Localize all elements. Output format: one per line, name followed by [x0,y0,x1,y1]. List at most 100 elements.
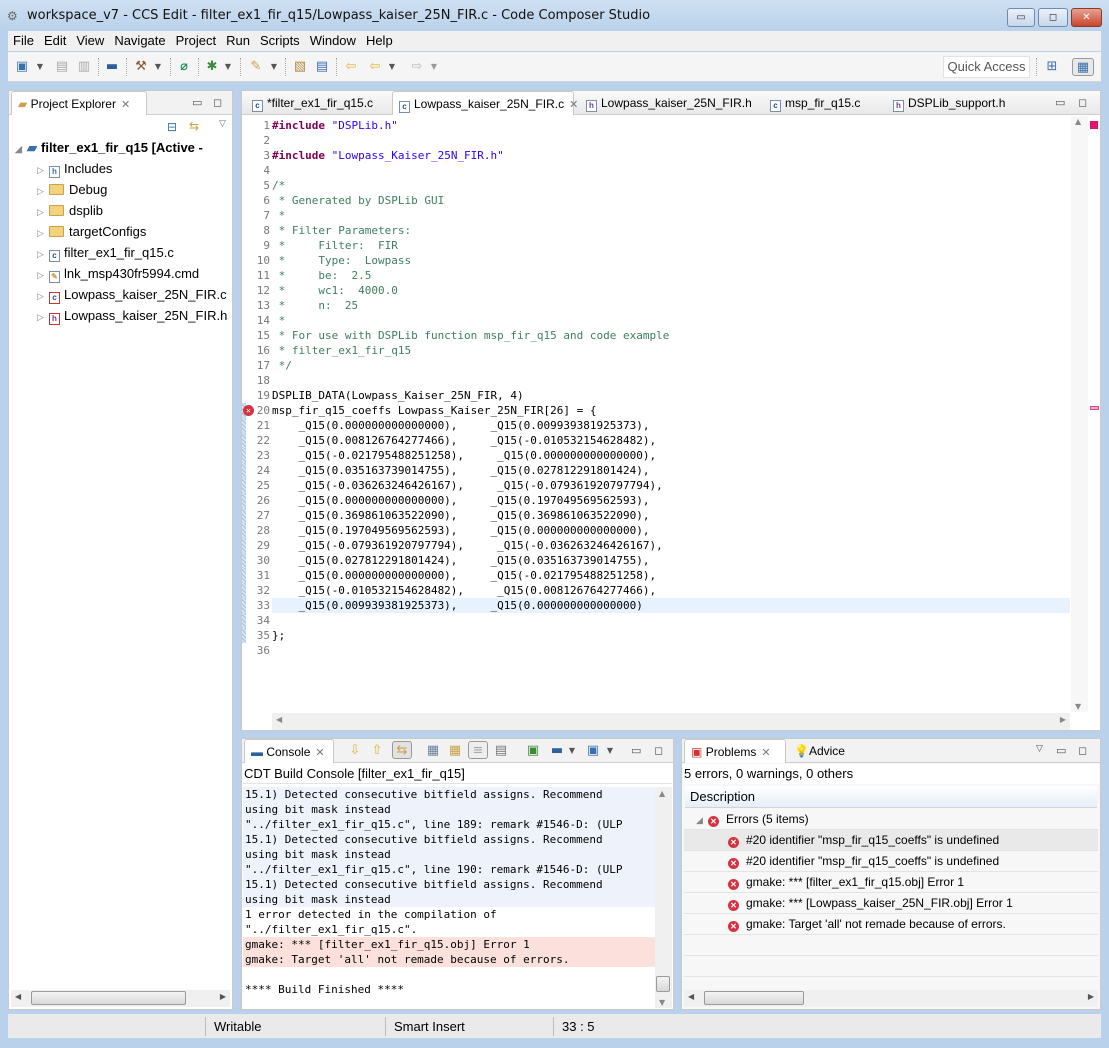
collapsed-arrow-icon[interactable]: ▷ [37,223,49,244]
tree-item-lowpass-h[interactable]: ▷ h Lowpass_kaiser_25N_FIR.h [37,305,227,326]
minimize-problems-icon[interactable]: ▭ [1056,744,1066,757]
code-line[interactable]: * Generated by DSPLib GUI [272,193,445,208]
code-line[interactable]: * [272,208,286,223]
tree-item-lowpass-c[interactable]: ▷ c Lowpass_kaiser_25N_FIR.c [37,284,227,305]
tree-item-targetconfigs[interactable]: ▷ targetConfigs [37,221,146,242]
code-line[interactable]: _Q15(0.008126764277466), _Q15(-0.0105321… [272,433,656,448]
code-line[interactable]: * filter_ex1_fir_q15 [272,343,411,358]
collapsed-arrow-icon[interactable]: ▷ [37,202,49,223]
error-marker-icon[interactable]: ✕ [243,405,254,416]
code-line[interactable]: _Q15(0.027812291801424), _Q15(0.03516373… [272,553,649,568]
collapsed-arrow-icon[interactable]: ▷ [37,244,49,265]
build-dropdown-icon[interactable]: ▼ [154,58,162,76]
menu-project[interactable]: Project [171,31,221,51]
menu-file[interactable]: File [8,31,39,51]
column-header-description[interactable]: Description [685,786,1097,808]
tree-item-dsplib[interactable]: ▷ dsplib [37,200,103,221]
scroll-thumb[interactable] [704,991,804,1005]
code-line[interactable]: _Q15(0.000000000000000), _Q15(0.19704956… [272,493,649,508]
debug-bug-icon[interactable]: ✱ [204,58,220,76]
code-line[interactable]: /* [272,178,285,193]
code-line[interactable]: * Type: Lowpass [272,253,411,268]
open-perspective-icon[interactable]: ⊞ [1044,58,1060,76]
code-area[interactable]: #include "DSPLib.h" #include "Lowpass_Kai… [272,116,1070,712]
pencil-dropdown-icon[interactable]: ▼ [270,58,278,76]
errors-group[interactable]: ◢ ✕ Errors (5 items) [684,809,1098,830]
tab-console[interactable]: ▬ Console ✕ [244,739,334,763]
build-hammer-icon[interactable]: ⚒ [132,58,150,76]
view-menu-icon[interactable]: ▽ [1036,744,1043,754]
minimize-console-icon[interactable]: ▭ [631,744,641,757]
editor-vscrollbar[interactable]: ▲ ▼ [1071,116,1088,712]
tab-msp-fir-c[interactable]: c msp_fir_q15.c [764,91,860,115]
maximize-view-icon[interactable]: ◻ [213,96,222,109]
code-line[interactable]: * be: 2.5 [272,268,372,283]
new-dropdown-icon[interactable]: ▼ [36,58,44,76]
code-line[interactable]: _Q15(-0.021795488251258), _Q15(0.0000000… [272,448,656,463]
problem-item[interactable]: ✕ #20 identifier "msp_fir_q15_coeffs" is … [684,830,1098,851]
quick-access-input[interactable]: Quick Access [943,56,1030,78]
console-vscrollbar[interactable]: ▲ ▼ [655,787,672,1008]
collapsed-arrow-icon[interactable]: ▷ [37,181,49,202]
scroll-previous-icon[interactable]: ⇧ [370,742,384,760]
view-menu-icon[interactable]: ▽ [219,119,226,129]
code-line[interactable]: _Q15(0.369861063522090), _Q15(0.36986106… [272,508,649,523]
tab-filter-c[interactable]: c *filter_ex1_fir_q15.c [246,91,373,115]
new-console-dropdown-icon[interactable]: ▼ [606,742,614,760]
scroll-lock-icon[interactable]: ▦ [426,742,440,760]
collapsed-arrow-icon[interactable]: ▷ [37,160,49,181]
expanded-arrow-icon[interactable]: ◢ [696,810,708,831]
close-tab-icon[interactable]: ✕ [569,99,578,111]
menu-window[interactable]: Window [305,31,361,51]
forward-icon[interactable]: ⇨ [408,58,426,76]
problem-item[interactable]: ✕ gmake: *** [filter_ex1_fir_q15.obj] Err… [684,872,1098,893]
menu-view[interactable]: View [71,31,109,51]
code-line[interactable]: * [272,313,286,328]
link-console-icon[interactable]: ⇆ [392,741,412,759]
code-line[interactable]: DSPLIB_DATA(Lowpass_Kaiser_25N_FIR, 4) [272,388,524,403]
search-icon[interactable]: ⌀ [176,58,192,76]
tree-item-linker-cmd[interactable]: ▷ ✎ lnk_msp430fr5994.cmd [37,263,199,284]
scroll-thumb[interactable] [31,991,186,1005]
menu-edit[interactable]: Edit [39,31,71,51]
tab-problems[interactable]: ▣ Problems ✕ [684,739,786,763]
pencil-icon[interactable]: ✎ [248,58,264,76]
collapse-all-icon[interactable]: ⊟ [167,120,177,134]
code-line[interactable]: */ [272,358,292,373]
new-icon[interactable]: ▣ [14,58,30,76]
ccs-edit-perspective-icon[interactable]: ▦ [1072,58,1094,76]
save-all-icon[interactable]: ▥ [76,58,92,76]
problem-item[interactable]: ✕ #20 identifier "msp_fir_q15_coeffs" is … [684,851,1098,872]
collapsed-arrow-icon[interactable]: ▷ [37,286,49,307]
overview-error-line-marker[interactable] [1090,406,1099,410]
link-with-editor-icon[interactable]: ⇆ [189,119,199,133]
forward-dropdown-icon[interactable]: ▼ [430,58,438,76]
tree-item-debug[interactable]: ▷ Debug [37,179,107,200]
overview-error-marker[interactable] [1090,121,1098,129]
word-wrap-icon[interactable]: ≡ [468,741,488,759]
code-line[interactable]: #include "DSPLib.h" [272,118,398,133]
tab-advice[interactable]: 💡Advice [788,739,845,763]
menu-scripts[interactable]: Scripts [255,31,305,51]
problems-hscrollbar[interactable]: ◀ ▶ [684,990,1098,1007]
properties-icon[interactable]: ▤ [314,58,330,76]
minimize-view-icon[interactable]: ▭ [192,96,202,109]
expanded-arrow-icon[interactable]: ◢ [15,139,27,160]
close-button[interactable]: ✕ [1071,8,1102,27]
tab-lowpass-c[interactable]: c Lowpass_kaiser_25N_FIR.c ✕ [392,91,578,115]
menu-help[interactable]: Help [361,31,398,51]
clear-console-icon[interactable]: ▤ [494,742,508,760]
maximize-editor-icon[interactable]: ◻ [1078,96,1087,109]
code-line[interactable]: * For use with DSPLib function msp_fir_q… [272,328,670,343]
open-console-dropdown-icon[interactable]: ▼ [568,742,576,760]
editor-hscrollbar[interactable]: ◀ ▶ [272,713,1070,730]
code-line[interactable]: #include "Lowpass_Kaiser_25N_FIR.h" [272,148,504,163]
tab-lowpass-h[interactable]: h Lowpass_kaiser_25N_FIR.h [580,91,752,115]
explorer-hscrollbar[interactable]: ◀ ▶ [11,990,230,1007]
code-line[interactable]: _Q15(-0.036263246426167), _Q15(-0.079361… [272,478,662,493]
scroll-thumb[interactable] [656,976,670,992]
open-console-icon[interactable]: ▬ [550,742,564,760]
code-line[interactable]: _Q15(0.197049569562593), _Q15(0.00000000… [272,523,649,538]
new-console-icon[interactable]: ▣ [586,742,600,760]
back-icon[interactable]: ⇦ [366,58,384,76]
